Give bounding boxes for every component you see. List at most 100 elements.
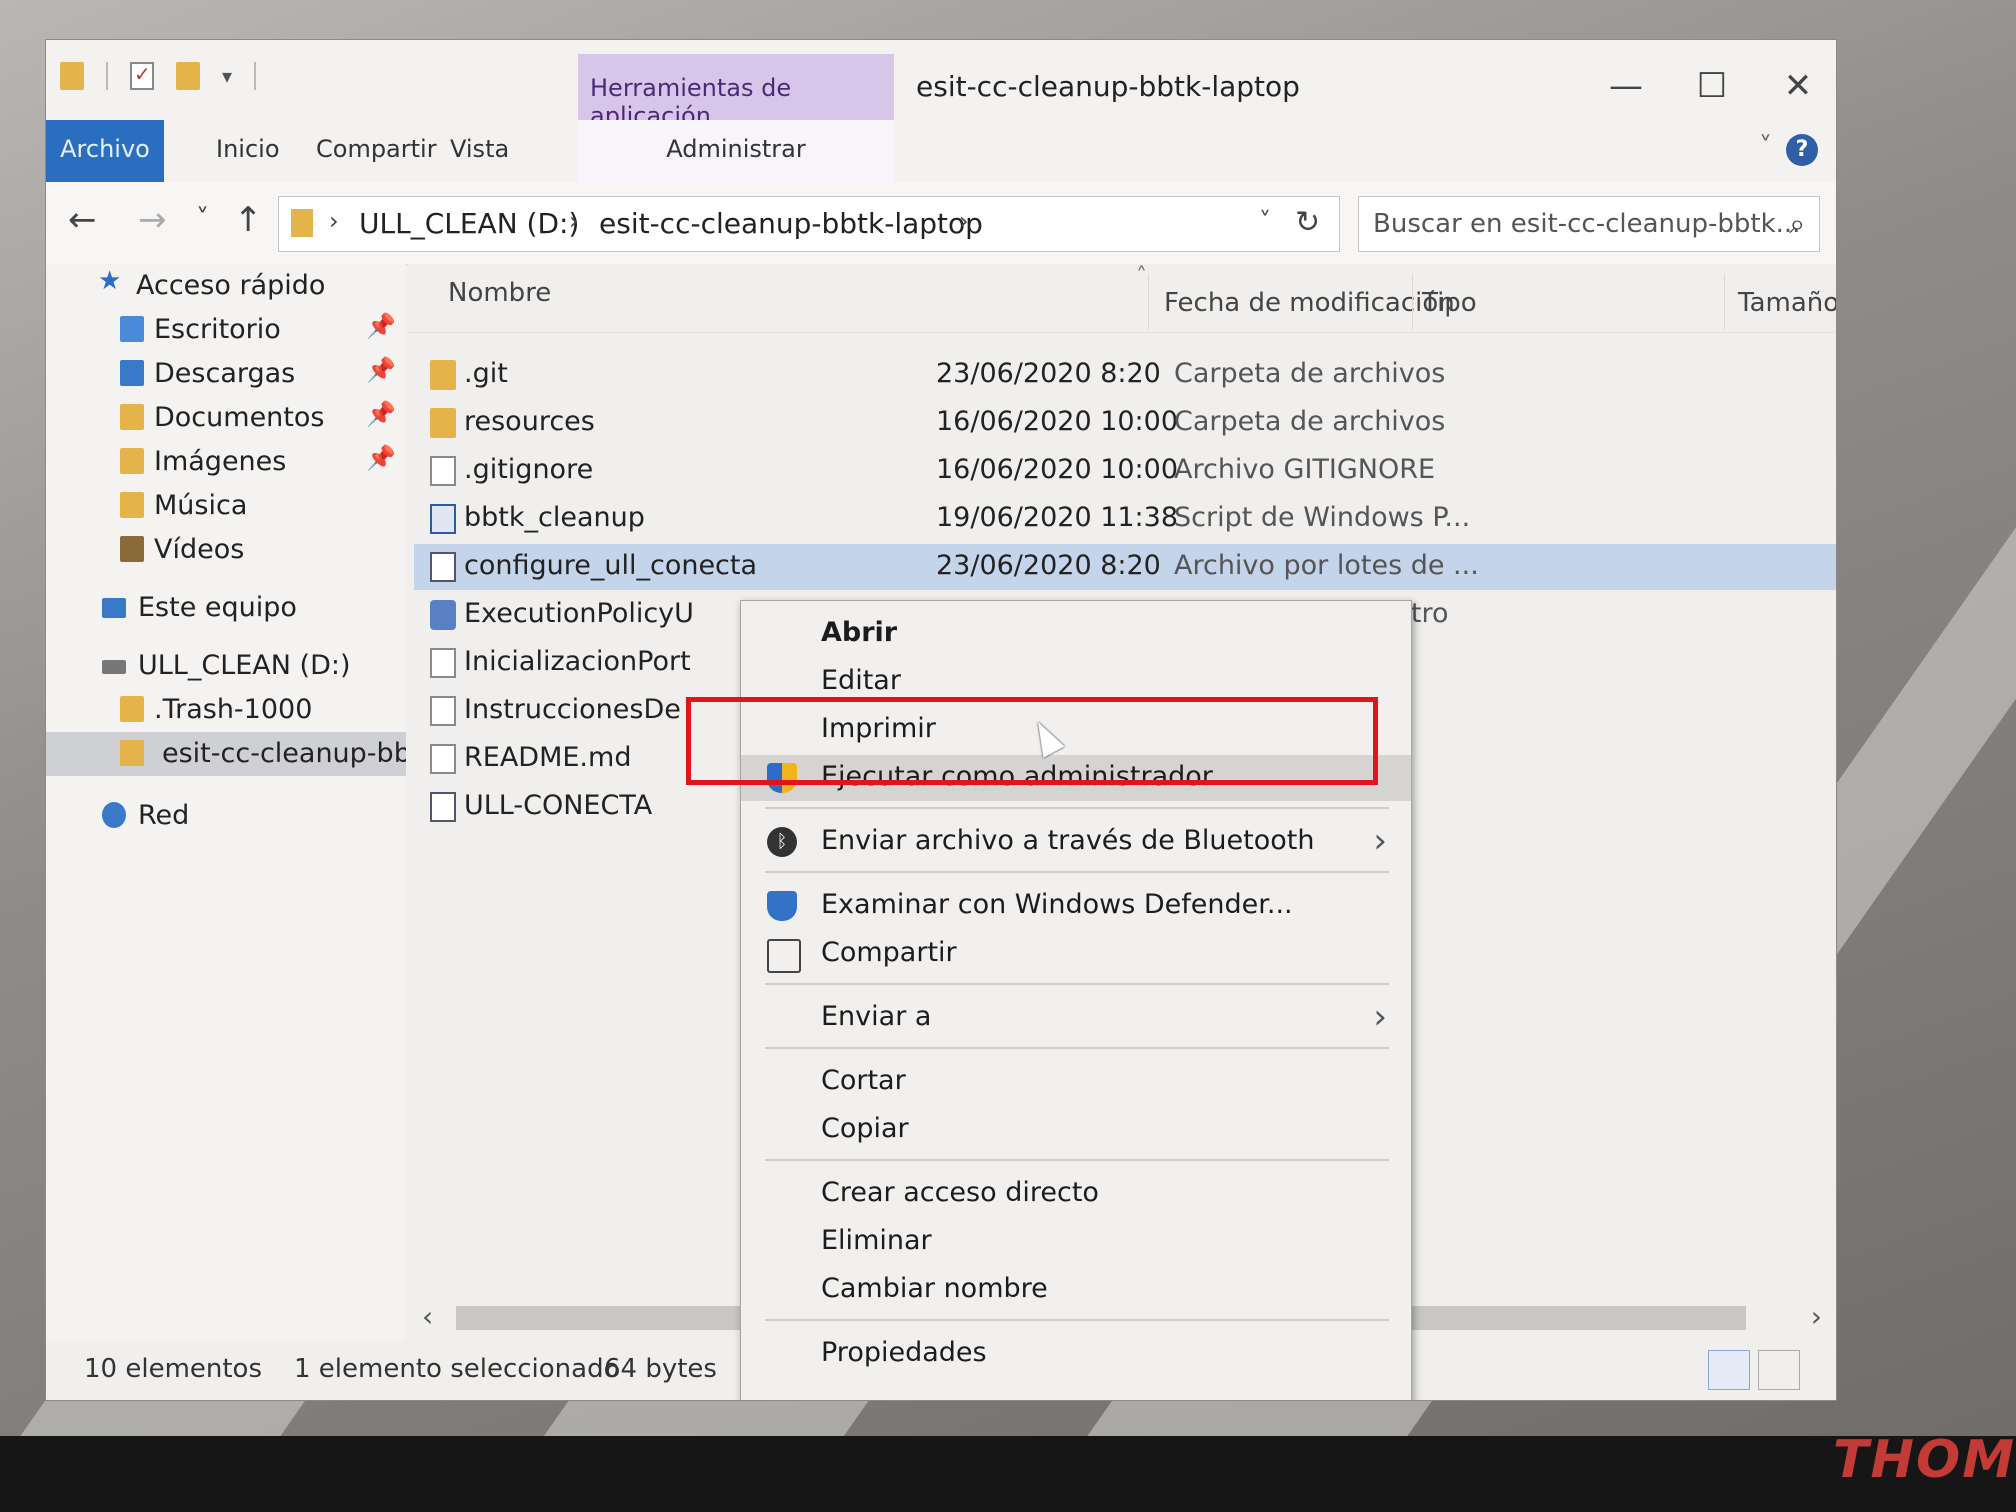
breadcrumb-folder[interactable]: esit-cc-cleanup-bbtk-laptop bbox=[599, 207, 983, 240]
submenu-arrow-icon: › bbox=[1373, 821, 1387, 861]
menu-item-bluetooth[interactable]: ᛒ Enviar archivo a través de Bluetooth › bbox=[741, 819, 1411, 865]
sidebar-item-descargas[interactable]: Descargas 📌 bbox=[46, 352, 406, 396]
column-divider[interactable] bbox=[1412, 274, 1413, 330]
column-divider[interactable] bbox=[1724, 274, 1725, 330]
sidebar-item-ull-clean[interactable]: ULL_CLEAN (D:) bbox=[46, 644, 406, 688]
column-header-name[interactable]: Nombre bbox=[448, 278, 551, 308]
tab-administrar[interactable]: Administrar bbox=[578, 120, 894, 182]
folder-icon[interactable] bbox=[60, 62, 84, 90]
menu-item-windows-defender[interactable]: Examinar con Windows Defender... bbox=[741, 883, 1411, 929]
sidebar-item-trash[interactable]: .Trash-1000 bbox=[46, 688, 406, 732]
pin-icon[interactable]: 📌 bbox=[366, 400, 396, 428]
file-name: ExecutionPolicyU bbox=[464, 598, 694, 629]
network-icon bbox=[102, 802, 126, 828]
menu-item-copiar[interactable]: Copiar bbox=[741, 1107, 1411, 1153]
sidebar-item-musica[interactable]: Música bbox=[46, 484, 406, 528]
desktop-folder-icon bbox=[120, 316, 144, 342]
windows-defender-icon bbox=[767, 891, 797, 921]
scroll-left-icon[interactable]: ‹ bbox=[422, 1300, 433, 1333]
menu-item-cambiar-nombre[interactable]: Cambiar nombre bbox=[741, 1267, 1411, 1313]
sidebar-item-label: Escritorio bbox=[154, 314, 281, 345]
menu-item-abrir[interactable]: Abrir bbox=[741, 611, 1411, 657]
menu-item-eliminar[interactable]: Eliminar bbox=[741, 1219, 1411, 1265]
selection-size: 64 bytes bbox=[604, 1354, 717, 1384]
search-placeholder: Buscar en esit-cc-cleanup-bbtk... bbox=[1373, 209, 1801, 239]
scroll-right-icon[interactable]: › bbox=[1811, 1300, 1822, 1333]
menu-item-compartir[interactable]: Compartir bbox=[741, 931, 1411, 977]
sidebar-item-label: Documentos bbox=[154, 402, 325, 433]
large-icons-view-button[interactable] bbox=[1758, 1350, 1800, 1390]
file-row[interactable]: .gitignore 16/06/2020 10:00 Archivo GITI… bbox=[414, 448, 1836, 494]
folder-icon bbox=[120, 696, 144, 722]
breadcrumb-separator: › bbox=[959, 207, 969, 235]
item-count: 10 elementos bbox=[84, 1354, 263, 1384]
file-row[interactable]: bbtk_cleanup 19/06/2020 11:38 Script de … bbox=[414, 496, 1836, 542]
file-type: Archivo por lotes de ... bbox=[1174, 550, 1479, 581]
maximize-button[interactable]: ☐ bbox=[1682, 66, 1742, 106]
background-streak bbox=[1087, 1400, 1433, 1436]
sidebar-item-videos[interactable]: Vídeos bbox=[46, 528, 406, 572]
address-bar[interactable]: › ULL_CLEAN (D:) › esit-cc-cleanup-bbtk-… bbox=[278, 196, 1340, 252]
tab-inicio[interactable]: Inicio bbox=[196, 120, 300, 182]
xml-file-icon bbox=[430, 792, 456, 822]
column-header-type[interactable]: Tipo bbox=[1422, 288, 1477, 318]
menu-item-cortar[interactable]: Cortar bbox=[741, 1059, 1411, 1105]
sidebar-item-label: ULL_CLEAN (D:) bbox=[138, 650, 351, 681]
folder-icon bbox=[430, 408, 456, 438]
search-box[interactable]: Buscar en esit-cc-cleanup-bbtk... ⌕ bbox=[1358, 196, 1820, 252]
menu-item-label: Enviar a bbox=[821, 1001, 932, 1032]
sort-ascending-icon: ˄ bbox=[1136, 264, 1147, 289]
customize-toolbar-icon[interactable]: ▾ bbox=[222, 64, 232, 88]
sidebar-item-label: .Trash-1000 bbox=[154, 694, 313, 725]
sidebar-item-escritorio[interactable]: Escritorio 📌 bbox=[46, 308, 406, 352]
menu-item-crear-acceso-directo[interactable]: Crear acceso directo bbox=[741, 1171, 1411, 1217]
help-icon[interactable]: ? bbox=[1786, 134, 1818, 166]
file-date: 16/06/2020 10:00 bbox=[936, 454, 1179, 485]
expand-ribbon-icon[interactable]: ˅ bbox=[1759, 132, 1772, 162]
pin-icon[interactable]: 📌 bbox=[366, 312, 396, 340]
recent-locations-button[interactable]: ˅ bbox=[196, 204, 209, 234]
star-icon: ★ bbox=[98, 266, 122, 296]
sidebar-item-documentos[interactable]: Documentos 📌 bbox=[46, 396, 406, 440]
properties-icon[interactable] bbox=[130, 62, 154, 90]
sidebar-item-red[interactable]: Red bbox=[46, 794, 406, 838]
sidebar-item-imagenes[interactable]: Imágenes 📌 bbox=[46, 440, 406, 484]
sidebar-item-label: Música bbox=[154, 490, 248, 521]
pin-icon[interactable]: 📌 bbox=[366, 444, 396, 472]
file-name: resources bbox=[464, 406, 595, 437]
file-row-selected[interactable]: configure_ull_conecta 23/06/2020 8:20 Ar… bbox=[414, 544, 1836, 590]
menu-item-label: Cambiar nombre bbox=[821, 1273, 1048, 1304]
pin-icon[interactable]: 📌 bbox=[366, 356, 396, 384]
address-history-dropdown[interactable]: ˅ bbox=[1259, 207, 1271, 235]
document-icon bbox=[430, 696, 456, 726]
minimize-button[interactable]: — bbox=[1596, 66, 1656, 106]
details-view-button[interactable] bbox=[1708, 1350, 1750, 1390]
close-button[interactable]: ✕ bbox=[1768, 66, 1828, 106]
tab-vista[interactable]: Vista bbox=[430, 120, 529, 182]
file-name: README.md bbox=[464, 742, 632, 773]
sidebar-item-quick-access[interactable]: ★ Acceso rápido bbox=[46, 264, 406, 308]
menu-item-propiedades[interactable]: Propiedades bbox=[741, 1331, 1411, 1377]
sidebar-item-esit-cc-cleanup[interactable]: esit-cc-cleanup-bbtl bbox=[46, 732, 406, 776]
document-icon bbox=[430, 456, 456, 486]
file-type: Carpeta de archivos bbox=[1174, 406, 1446, 437]
back-button[interactable]: ← bbox=[68, 200, 97, 240]
document-icon bbox=[430, 744, 456, 774]
breadcrumb-drive[interactable]: ULL_CLEAN (D:) bbox=[359, 207, 579, 240]
menu-separator bbox=[765, 1047, 1389, 1049]
file-row[interactable]: .git 23/06/2020 8:20 Carpeta de archivos bbox=[414, 352, 1836, 398]
file-row[interactable]: resources 16/06/2020 10:00 Carpeta de ar… bbox=[414, 400, 1836, 446]
menu-item-enviar-a[interactable]: Enviar a › bbox=[741, 995, 1411, 1041]
sidebar-item-este-equipo[interactable]: Este equipo bbox=[46, 586, 406, 630]
column-divider[interactable] bbox=[1148, 274, 1149, 330]
new-folder-icon[interactable] bbox=[176, 62, 200, 90]
forward-button[interactable]: → bbox=[138, 200, 167, 240]
refresh-button[interactable]: ↻ bbox=[1295, 205, 1320, 240]
tab-archivo[interactable]: Archivo bbox=[46, 120, 164, 182]
column-header-size[interactable]: Tamaño bbox=[1738, 288, 1836, 318]
up-button[interactable]: ↑ bbox=[234, 200, 263, 240]
ribbon-tabs: Archivo Inicio Compartir Vista Administr… bbox=[46, 120, 1836, 183]
file-date: 19/06/2020 11:38 bbox=[936, 502, 1179, 533]
selection-count: 1 elemento seleccionado bbox=[294, 1354, 620, 1384]
application-tools-context-tab[interactable]: Herramientas de aplicación bbox=[578, 54, 894, 130]
